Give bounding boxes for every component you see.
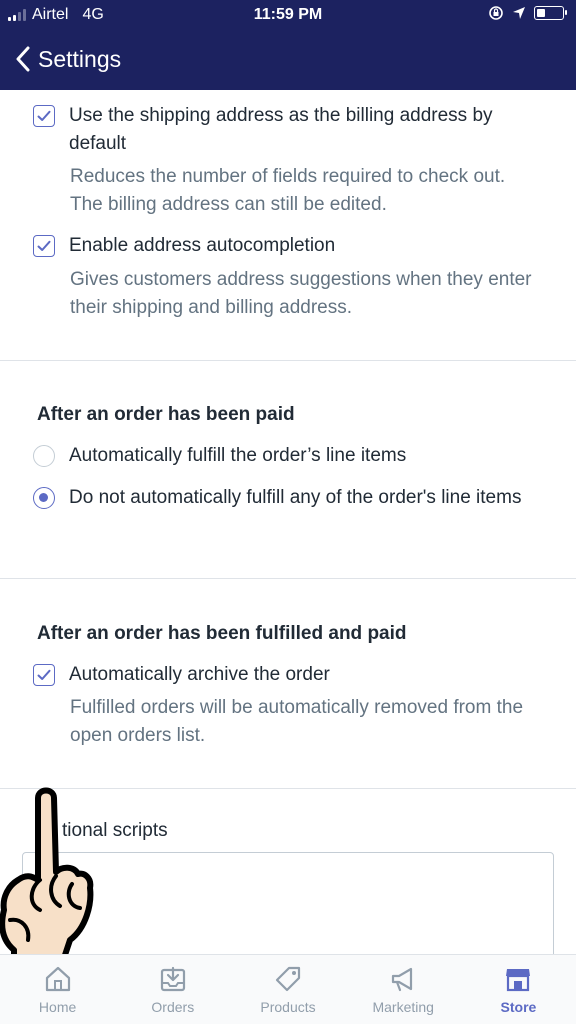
autocomplete-help: Gives customers address suggestions when… (70, 269, 532, 318)
paid-section-heading: After an order has been paid (37, 404, 295, 425)
tab-orders-label: Orders (151, 999, 195, 1015)
billing-address-checkbox[interactable] (33, 105, 55, 127)
checkmark-icon (37, 110, 51, 121)
back-button-label: Settings (38, 45, 122, 72)
battery-icon (534, 6, 567, 20)
home-icon (45, 966, 70, 992)
rotation-lock-icon (489, 6, 503, 20)
chevron-left-icon (16, 46, 30, 72)
archive-order-help: Fulfilled orders will be automatically r… (70, 697, 524, 746)
bottom-tab-bar: Home Orders Products Marketing Store (0, 954, 576, 1024)
tab-products[interactable]: Products (230, 955, 345, 1024)
archive-order-checkbox[interactable] (33, 664, 55, 686)
checkmark-icon (37, 240, 51, 251)
status-bar: Airtel 4G 11:59 PM (0, 0, 576, 32)
no-auto-fulfill-label: Do not automatically fulfill any of the … (69, 487, 522, 508)
fulfilled-section-heading: After an order has been fulfilled and pa… (37, 623, 407, 644)
archive-order-option[interactable]: Automatically archive the order (33, 661, 539, 689)
tab-home-label: Home (38, 999, 77, 1015)
tag-icon (275, 966, 301, 992)
nav-bar: Settings (0, 36, 121, 82)
tab-home[interactable]: Home (0, 955, 115, 1024)
tab-marketing[interactable]: Marketing (346, 955, 461, 1024)
tab-store[interactable]: Store (461, 955, 576, 1024)
orders-icon (160, 966, 185, 992)
billing-address-label: Use the shipping address as the billing … (69, 105, 493, 154)
autocomplete-option[interactable]: Enable address autocompletion (33, 232, 539, 260)
tab-marketing-label: Marketing (372, 999, 434, 1015)
billing-address-option[interactable]: Use the shipping address as the billing … (33, 102, 539, 158)
app-header: Airtel 4G 11:59 PM Settings (0, 0, 576, 90)
store-icon (506, 969, 531, 992)
auto-fulfill-option[interactable]: Automatically fulfill the order’s line i… (33, 442, 539, 470)
pointing-hand-icon (0, 787, 94, 954)
checkmark-icon (37, 669, 51, 680)
autocomplete-label: Enable address autocompletion (69, 235, 336, 256)
back-button[interactable]: Settings (0, 46, 121, 73)
megaphone-icon (392, 967, 413, 992)
autocomplete-checkbox[interactable] (33, 235, 55, 257)
location-icon (513, 7, 525, 19)
no-auto-fulfill-radio[interactable] (33, 487, 55, 509)
additional-scripts-textarea[interactable] (22, 852, 554, 954)
billing-address-help: Reduces the number of fields required to… (70, 166, 506, 215)
auto-fulfill-label: Automatically fulfill the order’s line i… (69, 445, 407, 466)
tab-orders[interactable]: Orders (115, 955, 230, 1024)
tab-products-label: Products (260, 999, 316, 1015)
status-right (488, 5, 567, 21)
no-auto-fulfill-option[interactable]: Do not automatically fulfill any of the … (33, 484, 539, 512)
divider (0, 578, 576, 579)
auto-fulfill-radio[interactable] (33, 445, 55, 467)
divider (0, 360, 576, 361)
settings-content[interactable]: Use the shipping address as the billing … (0, 90, 576, 954)
tab-store-label: Store (500, 999, 537, 1015)
archive-order-label: Automatically archive the order (69, 664, 330, 685)
